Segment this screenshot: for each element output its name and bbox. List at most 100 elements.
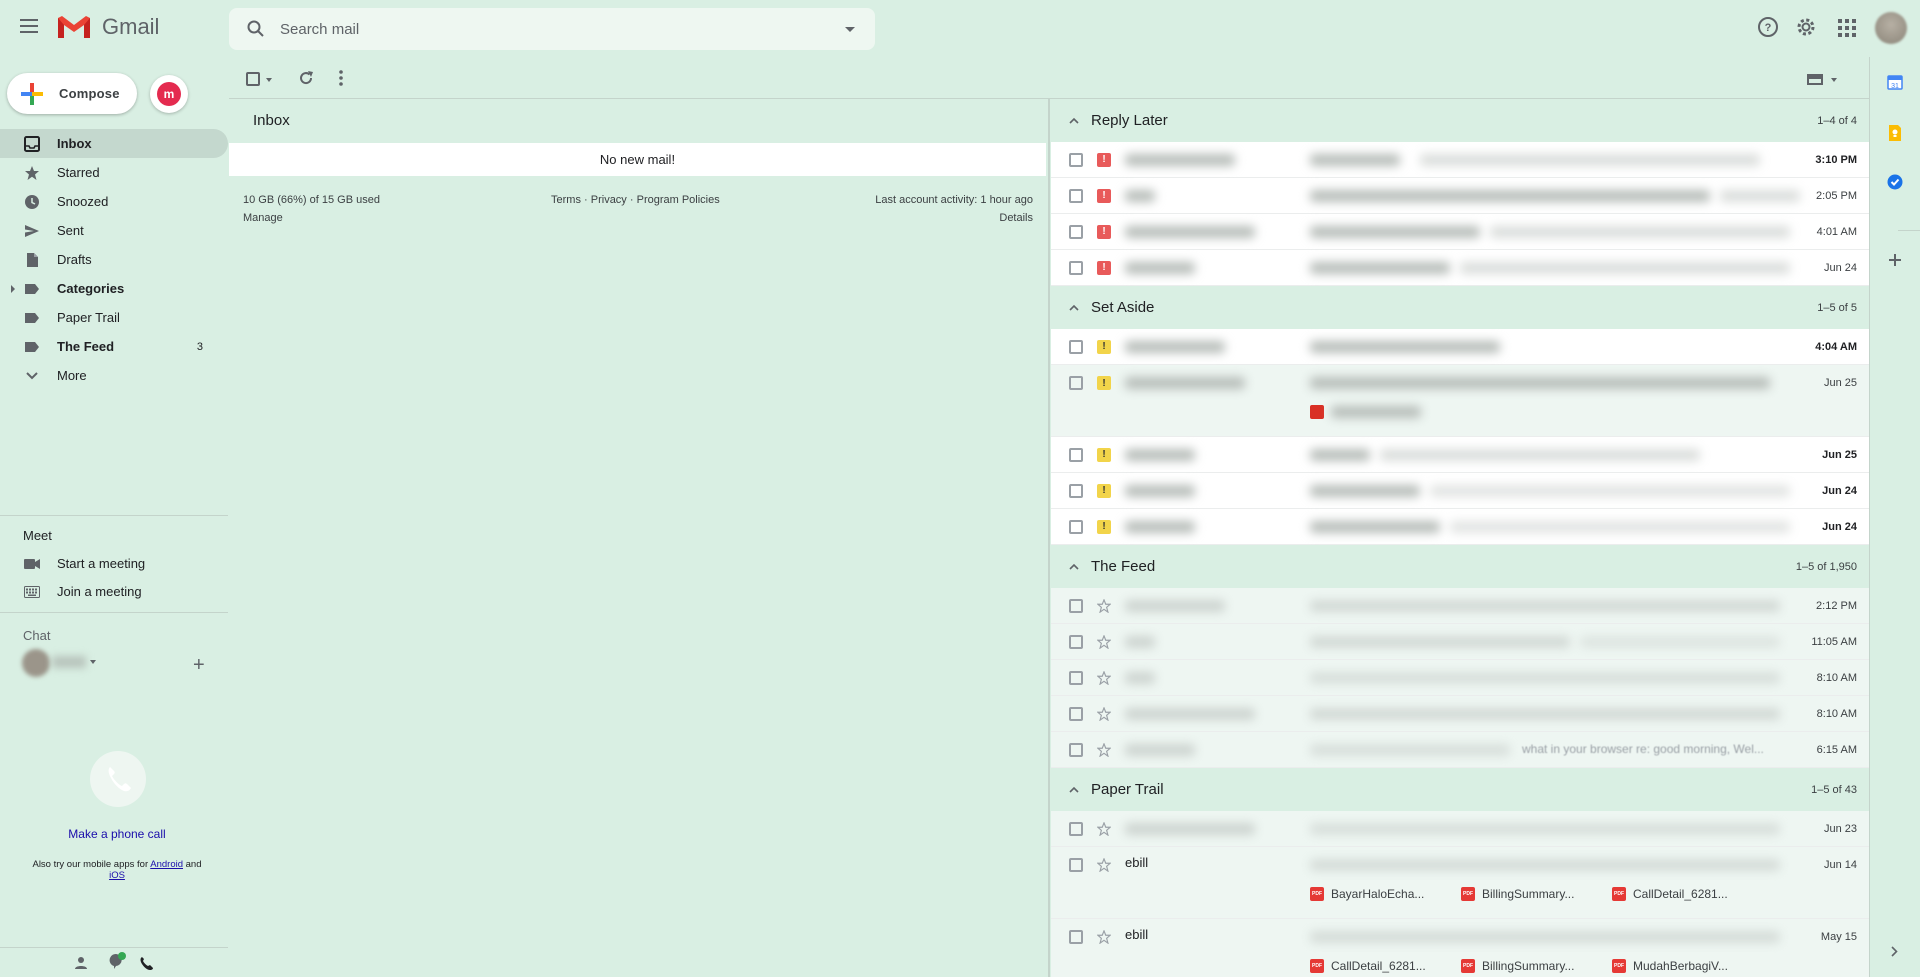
sidebar-item-more[interactable]: More bbox=[0, 361, 228, 390]
row-checkbox[interactable] bbox=[1069, 152, 1083, 167]
row-checkbox[interactable] bbox=[1069, 260, 1083, 275]
row-checkbox[interactable] bbox=[1069, 483, 1083, 498]
hangouts-chat-icon[interactable] bbox=[107, 951, 127, 971]
important-yellow-icon[interactable]: ! bbox=[1097, 339, 1111, 354]
email-row[interactable]: ! 3:10 PM bbox=[1051, 142, 1869, 178]
important-yellow-icon[interactable]: ! bbox=[1097, 376, 1111, 390]
important-red-icon[interactable]: ! bbox=[1097, 260, 1111, 275]
chat-user-name[interactable] bbox=[52, 656, 86, 668]
sidebar-item-drafts[interactable]: Drafts bbox=[0, 245, 228, 274]
star-icon[interactable] bbox=[1097, 821, 1111, 836]
split-pane-toggle-icon[interactable] bbox=[1807, 74, 1823, 85]
search-bar[interactable]: Search mail bbox=[229, 8, 875, 50]
section-header-reply-later[interactable]: Reply Later 1–4 of 4 bbox=[1051, 99, 1869, 142]
important-yellow-icon[interactable]: ! bbox=[1097, 483, 1111, 498]
sidebar-item-inbox[interactable]: Inbox bbox=[0, 129, 228, 158]
sidebar-item-paper-trail[interactable]: Paper Trail bbox=[0, 303, 228, 332]
program-policies-link[interactable]: Program Policies bbox=[637, 194, 720, 206]
search-icon[interactable] bbox=[247, 20, 265, 38]
attachment-chip[interactable]: PDF CallDetail_6281... bbox=[1612, 887, 1748, 901]
details-link[interactable]: Details bbox=[999, 212, 1033, 224]
chat-status-dropdown-icon[interactable] bbox=[90, 660, 96, 664]
help-icon[interactable]: ? bbox=[1757, 16, 1779, 38]
star-icon[interactable] bbox=[1097, 634, 1111, 649]
star-icon[interactable] bbox=[1097, 706, 1111, 721]
section-header-paper-trail[interactable]: Paper Trail 1–5 of 43 bbox=[1051, 768, 1869, 811]
email-row[interactable]: ebill May 15 PDF CallDetail_6281... PDF Bi… bbox=[1051, 919, 1869, 977]
android-link[interactable]: Android bbox=[150, 859, 183, 870]
important-red-icon[interactable]: ! bbox=[1097, 188, 1111, 203]
phone-icon[interactable] bbox=[139, 956, 154, 971]
email-row[interactable]: ! Jun 24 bbox=[1051, 509, 1869, 545]
important-red-icon[interactable]: ! bbox=[1097, 152, 1111, 167]
section-header-the-feed[interactable]: The Feed 1–5 of 1,950 bbox=[1051, 545, 1869, 588]
sidebar-item-snoozed[interactable]: Snoozed bbox=[0, 187, 228, 216]
row-checkbox[interactable] bbox=[1069, 821, 1083, 836]
star-icon[interactable] bbox=[1097, 598, 1111, 613]
pane-divider[interactable] bbox=[1048, 99, 1050, 977]
attachment-chip[interactable]: PDF BillingSummary... bbox=[1461, 887, 1597, 901]
row-checkbox[interactable] bbox=[1069, 376, 1083, 390]
manage-storage-link[interactable]: Manage bbox=[243, 212, 283, 224]
important-yellow-icon[interactable]: ! bbox=[1097, 519, 1111, 534]
calendar-icon[interactable]: 31 bbox=[1887, 74, 1903, 90]
star-icon[interactable] bbox=[1097, 742, 1111, 757]
chat-user-avatar[interactable] bbox=[22, 649, 50, 677]
more-vert-icon[interactable] bbox=[339, 70, 343, 86]
row-checkbox[interactable] bbox=[1069, 858, 1083, 872]
start-meeting-button[interactable]: Start a meeting bbox=[24, 556, 145, 571]
privacy-link[interactable]: Privacy bbox=[591, 194, 627, 206]
split-pane-dropdown-icon[interactable] bbox=[1831, 78, 1837, 82]
account-avatar[interactable] bbox=[1875, 12, 1907, 44]
attachment-chip[interactable]: PDF BillingSummary... bbox=[1461, 959, 1597, 973]
search-options-icon[interactable] bbox=[845, 27, 855, 32]
sidebar-item-the-feed[interactable]: The Feed 3 bbox=[0, 332, 228, 361]
email-row[interactable]: Jun 23 bbox=[1051, 811, 1869, 847]
select-all-checkbox[interactable] bbox=[246, 72, 260, 86]
person-icon[interactable] bbox=[74, 956, 88, 970]
select-dropdown-icon[interactable] bbox=[266, 78, 272, 82]
email-row[interactable]: ! Jun 25 bbox=[1051, 365, 1869, 437]
settings-icon[interactable] bbox=[1795, 16, 1817, 38]
sidebar-item-sent[interactable]: Sent bbox=[0, 216, 228, 245]
refresh-icon[interactable] bbox=[298, 70, 314, 86]
email-row[interactable]: ! 2:05 PM bbox=[1051, 178, 1869, 214]
row-checkbox[interactable] bbox=[1069, 634, 1083, 649]
chevron-right-icon[interactable] bbox=[1891, 946, 1898, 957]
menu-icon[interactable] bbox=[20, 19, 38, 33]
attachment-chip[interactable] bbox=[1310, 405, 1446, 419]
expand-arrow-icon[interactable] bbox=[11, 285, 15, 293]
email-row[interactable]: ! Jun 24 bbox=[1051, 250, 1869, 286]
email-row[interactable]: ebill Jun 14 PDF BayarHaloEcha... PDF Bill… bbox=[1051, 847, 1869, 919]
ios-link[interactable]: iOS bbox=[109, 870, 125, 881]
collapse-chevron-icon[interactable] bbox=[1069, 117, 1079, 124]
attachment-chip[interactable]: PDF MudahBerbagiV... bbox=[1612, 959, 1748, 973]
row-checkbox[interactable] bbox=[1069, 188, 1083, 203]
attachment-chip[interactable]: PDF CallDetail_6281... bbox=[1310, 959, 1446, 973]
section-header-set-aside[interactable]: Set Aside 1–5 of 5 bbox=[1051, 286, 1869, 329]
star-icon[interactable] bbox=[1097, 858, 1111, 872]
email-row[interactable]: ! Jun 25 bbox=[1051, 437, 1869, 473]
email-row[interactable]: what in your browser re: good morning, W… bbox=[1051, 732, 1869, 768]
email-row[interactable]: ! 4:01 AM bbox=[1051, 214, 1869, 250]
collapse-chevron-icon[interactable] bbox=[1069, 304, 1079, 311]
important-red-icon[interactable]: ! bbox=[1097, 224, 1111, 239]
collapse-chevron-icon[interactable] bbox=[1069, 563, 1079, 570]
extension-button[interactable]: m bbox=[150, 75, 188, 113]
apps-icon[interactable] bbox=[1838, 19, 1856, 37]
sidebar-item-categories[interactable]: Categories bbox=[0, 274, 228, 303]
row-checkbox[interactable] bbox=[1069, 598, 1083, 613]
row-checkbox[interactable] bbox=[1069, 930, 1083, 944]
tasks-icon[interactable] bbox=[1887, 174, 1903, 190]
add-addon-plus-icon[interactable] bbox=[1889, 254, 1901, 266]
terms-link[interactable]: Terms bbox=[551, 194, 581, 206]
row-checkbox[interactable] bbox=[1069, 706, 1083, 721]
email-row[interactable]: 8:10 AM bbox=[1051, 696, 1869, 732]
email-row[interactable]: ! Jun 24 bbox=[1051, 473, 1869, 509]
row-checkbox[interactable] bbox=[1069, 519, 1083, 534]
join-meeting-button[interactable]: Join a meeting bbox=[24, 584, 142, 599]
row-checkbox[interactable] bbox=[1069, 447, 1083, 462]
row-checkbox[interactable] bbox=[1069, 670, 1083, 685]
important-yellow-icon[interactable]: ! bbox=[1097, 447, 1111, 462]
sidebar-item-starred[interactable]: Starred bbox=[0, 158, 228, 187]
